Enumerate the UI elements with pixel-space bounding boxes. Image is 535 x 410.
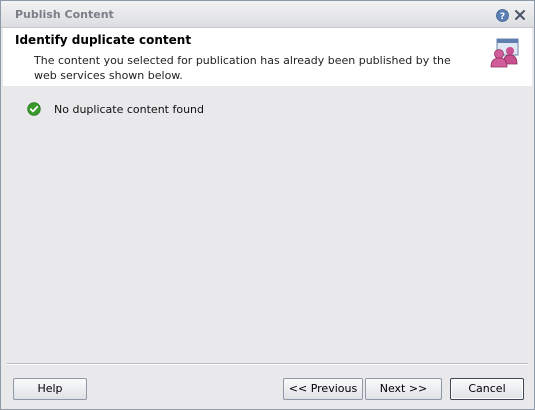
footer-divider [7,363,528,365]
window-title: Publish Content [15,8,114,21]
cancel-button[interactable]: Cancel [450,378,524,400]
users-publish-icon [488,37,520,69]
svg-text:?: ? [500,12,505,22]
help-icon[interactable]: ? [496,9,509,22]
next-button[interactable]: Next >> [365,378,442,400]
help-button[interactable]: Help [13,378,87,400]
title-bar: Publish Content ? [1,1,534,28]
status-message: No duplicate content found [54,103,205,116]
close-icon[interactable] [514,9,526,21]
check-circle-icon [27,102,41,116]
dialog-header: Identify duplicate content The content y… [3,28,532,86]
previous-button[interactable]: << Previous [283,378,363,400]
page-title: Identify duplicate content [15,33,192,47]
page-description: The content you selected for publication… [34,54,451,82]
publish-content-dialog: Publish Content ? Identify duplicate con… [0,0,535,410]
